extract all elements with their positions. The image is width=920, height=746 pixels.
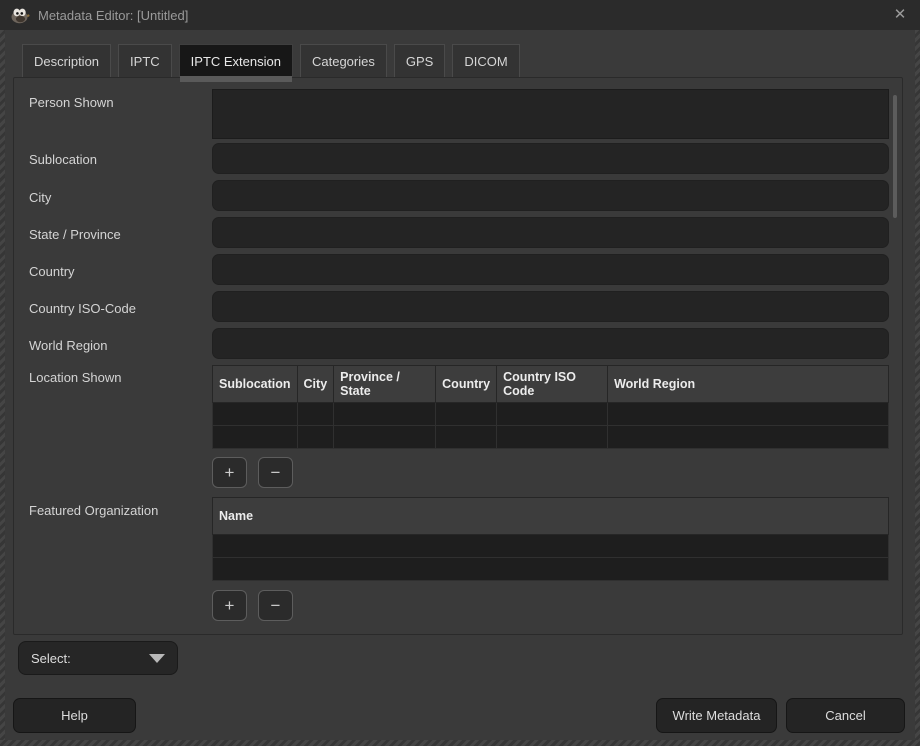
- table-cell[interactable]: [436, 403, 497, 426]
- gimp-wilber-icon: [10, 7, 30, 24]
- country-input[interactable]: [212, 254, 889, 285]
- column-header[interactable]: Sublocation: [213, 366, 298, 403]
- table-cell[interactable]: [608, 403, 889, 426]
- country-label: Country: [29, 264, 75, 279]
- table-row[interactable]: [213, 426, 889, 449]
- close-icon[interactable]: ✕: [888, 4, 912, 26]
- select-dropdown[interactable]: Select:: [18, 641, 178, 675]
- table-cell[interactable]: [213, 558, 889, 581]
- table-cell[interactable]: [213, 403, 298, 426]
- tab-gps[interactable]: GPS: [394, 44, 445, 77]
- sublocation-label: Sublocation: [29, 152, 97, 167]
- location-remove-button[interactable]: −: [258, 457, 293, 488]
- world-region-input[interactable]: [212, 328, 889, 359]
- chevron-down-icon: [149, 654, 165, 663]
- location-add-button[interactable]: +: [212, 457, 247, 488]
- tab-iptc[interactable]: IPTC: [118, 44, 172, 77]
- table-cell[interactable]: [213, 535, 889, 558]
- table-cell[interactable]: [608, 426, 889, 449]
- active-tab-indicator: [180, 76, 292, 82]
- metadata-editor-dialog: Metadata Editor: [Untitled] ✕ Descriptio…: [0, 0, 920, 746]
- state-province-label: State / Province: [29, 227, 121, 242]
- column-header[interactable]: Name: [213, 498, 889, 535]
- table-cell[interactable]: [497, 403, 608, 426]
- window-resize-edge-right[interactable]: [915, 30, 920, 741]
- tab-label: IPTC: [130, 54, 160, 69]
- table-row[interactable]: [213, 535, 889, 558]
- tab-bar: Description IPTC IPTC Extension Categori…: [22, 44, 520, 77]
- table-row[interactable]: [213, 558, 889, 581]
- location-shown-table: Sublocation City Province / State Countr…: [212, 365, 889, 449]
- table-cell[interactable]: [213, 426, 298, 449]
- tab-label: GPS: [406, 54, 433, 69]
- person-shown-input[interactable]: [212, 89, 889, 139]
- state-province-input[interactable]: [212, 217, 889, 248]
- vertical-scrollbar[interactable]: [893, 95, 897, 218]
- person-shown-label: Person Shown: [29, 95, 114, 110]
- organization-add-button[interactable]: +: [212, 590, 247, 621]
- table-cell[interactable]: [334, 403, 436, 426]
- country-iso-code-label: Country ISO-Code: [29, 301, 136, 316]
- column-header[interactable]: Country ISO Code: [497, 366, 608, 403]
- tab-label: Description: [34, 54, 99, 69]
- column-header[interactable]: Country: [436, 366, 497, 403]
- table-cell[interactable]: [436, 426, 497, 449]
- tab-categories[interactable]: Categories: [300, 44, 387, 77]
- select-dropdown-label: Select:: [31, 651, 149, 666]
- title-bar: Metadata Editor: [Untitled] ✕: [0, 0, 920, 30]
- sublocation-input[interactable]: [212, 143, 889, 174]
- featured-organization-table: Name: [212, 497, 889, 581]
- table-header-row: Sublocation City Province / State Countr…: [213, 366, 889, 403]
- tab-dicom[interactable]: DICOM: [452, 44, 519, 77]
- window-title: Metadata Editor: [Untitled]: [38, 8, 188, 23]
- city-input[interactable]: [212, 180, 889, 211]
- column-header[interactable]: City: [297, 366, 334, 403]
- country-iso-code-input[interactable]: [212, 291, 889, 322]
- column-header[interactable]: Province / State: [334, 366, 436, 403]
- tab-label: Categories: [312, 54, 375, 69]
- column-header[interactable]: World Region: [608, 366, 889, 403]
- table-cell[interactable]: [297, 426, 334, 449]
- write-metadata-button[interactable]: Write Metadata: [656, 698, 777, 733]
- table-cell[interactable]: [497, 426, 608, 449]
- city-label: City: [29, 190, 51, 205]
- window-resize-edge-bottom[interactable]: [0, 740, 920, 746]
- world-region-label: World Region: [29, 338, 108, 353]
- table-cell[interactable]: [297, 403, 334, 426]
- featured-organization-label: Featured Organization: [29, 503, 158, 518]
- tab-iptc-extension[interactable]: IPTC Extension: [179, 44, 293, 77]
- tab-label: IPTC Extension: [191, 54, 281, 69]
- table-cell[interactable]: [334, 426, 436, 449]
- table-row[interactable]: [213, 403, 889, 426]
- tab-description[interactable]: Description: [22, 44, 111, 77]
- location-shown-label: Location Shown: [29, 370, 122, 385]
- table-header-row: Name: [213, 498, 889, 535]
- help-button[interactable]: Help: [13, 698, 136, 733]
- cancel-button[interactable]: Cancel: [786, 698, 905, 733]
- window-resize-edge-left[interactable]: [0, 30, 5, 741]
- organization-remove-button[interactable]: −: [258, 590, 293, 621]
- tab-label: DICOM: [464, 54, 507, 69]
